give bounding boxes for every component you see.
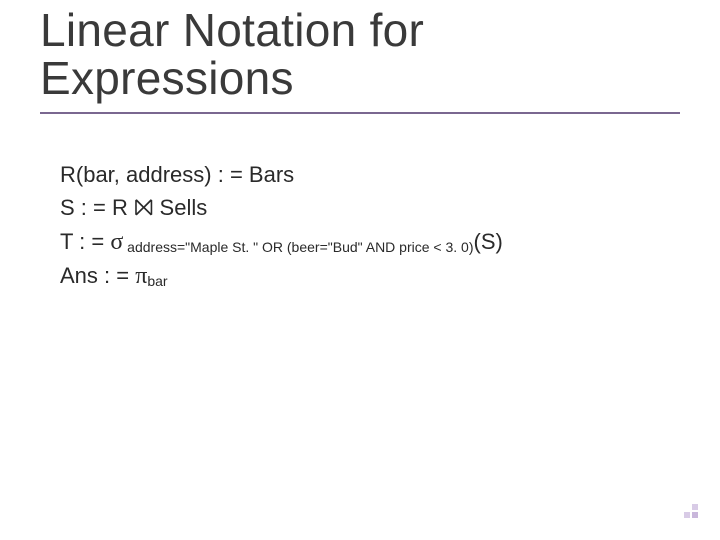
expr-3-post: (S) [474, 229, 503, 254]
expr-4-pre: Ans : = [60, 263, 135, 288]
corner-decoration [678, 498, 698, 518]
decor-square [692, 512, 698, 518]
expr-line-1: R(bar, address) : = Bars [60, 160, 680, 190]
expr-3-pre: T : = [60, 229, 110, 254]
sigma-icon: σ [110, 229, 123, 255]
expr-line-2: S : = R ⨝ Sells [60, 192, 680, 224]
slide-body: R(bar, address) : = Bars S : = R ⨝ Sells… [60, 158, 680, 295]
expr-line-4: Ans : = πbar [60, 260, 680, 292]
join-icon: ⨝ [134, 195, 153, 221]
decor-square [684, 512, 690, 518]
sigma-condition: address="Maple St. " OR (beer="Bud" AND … [123, 239, 473, 255]
expr-1-text: R(bar, address) : = Bars [60, 162, 294, 187]
slide-title: Linear Notation for Expressions [40, 6, 680, 103]
expr-2-pre: S : = R [60, 195, 134, 220]
slide: Linear Notation for Expressions R(bar, a… [0, 0, 720, 540]
pi-icon: π [135, 263, 147, 289]
title-underline [40, 112, 680, 114]
pi-subscript: bar [147, 273, 167, 289]
decor-square [692, 504, 698, 510]
expr-line-3: T : = σ address="Maple St. " OR (beer="B… [60, 226, 680, 258]
expr-2-post: Sells [153, 195, 207, 220]
